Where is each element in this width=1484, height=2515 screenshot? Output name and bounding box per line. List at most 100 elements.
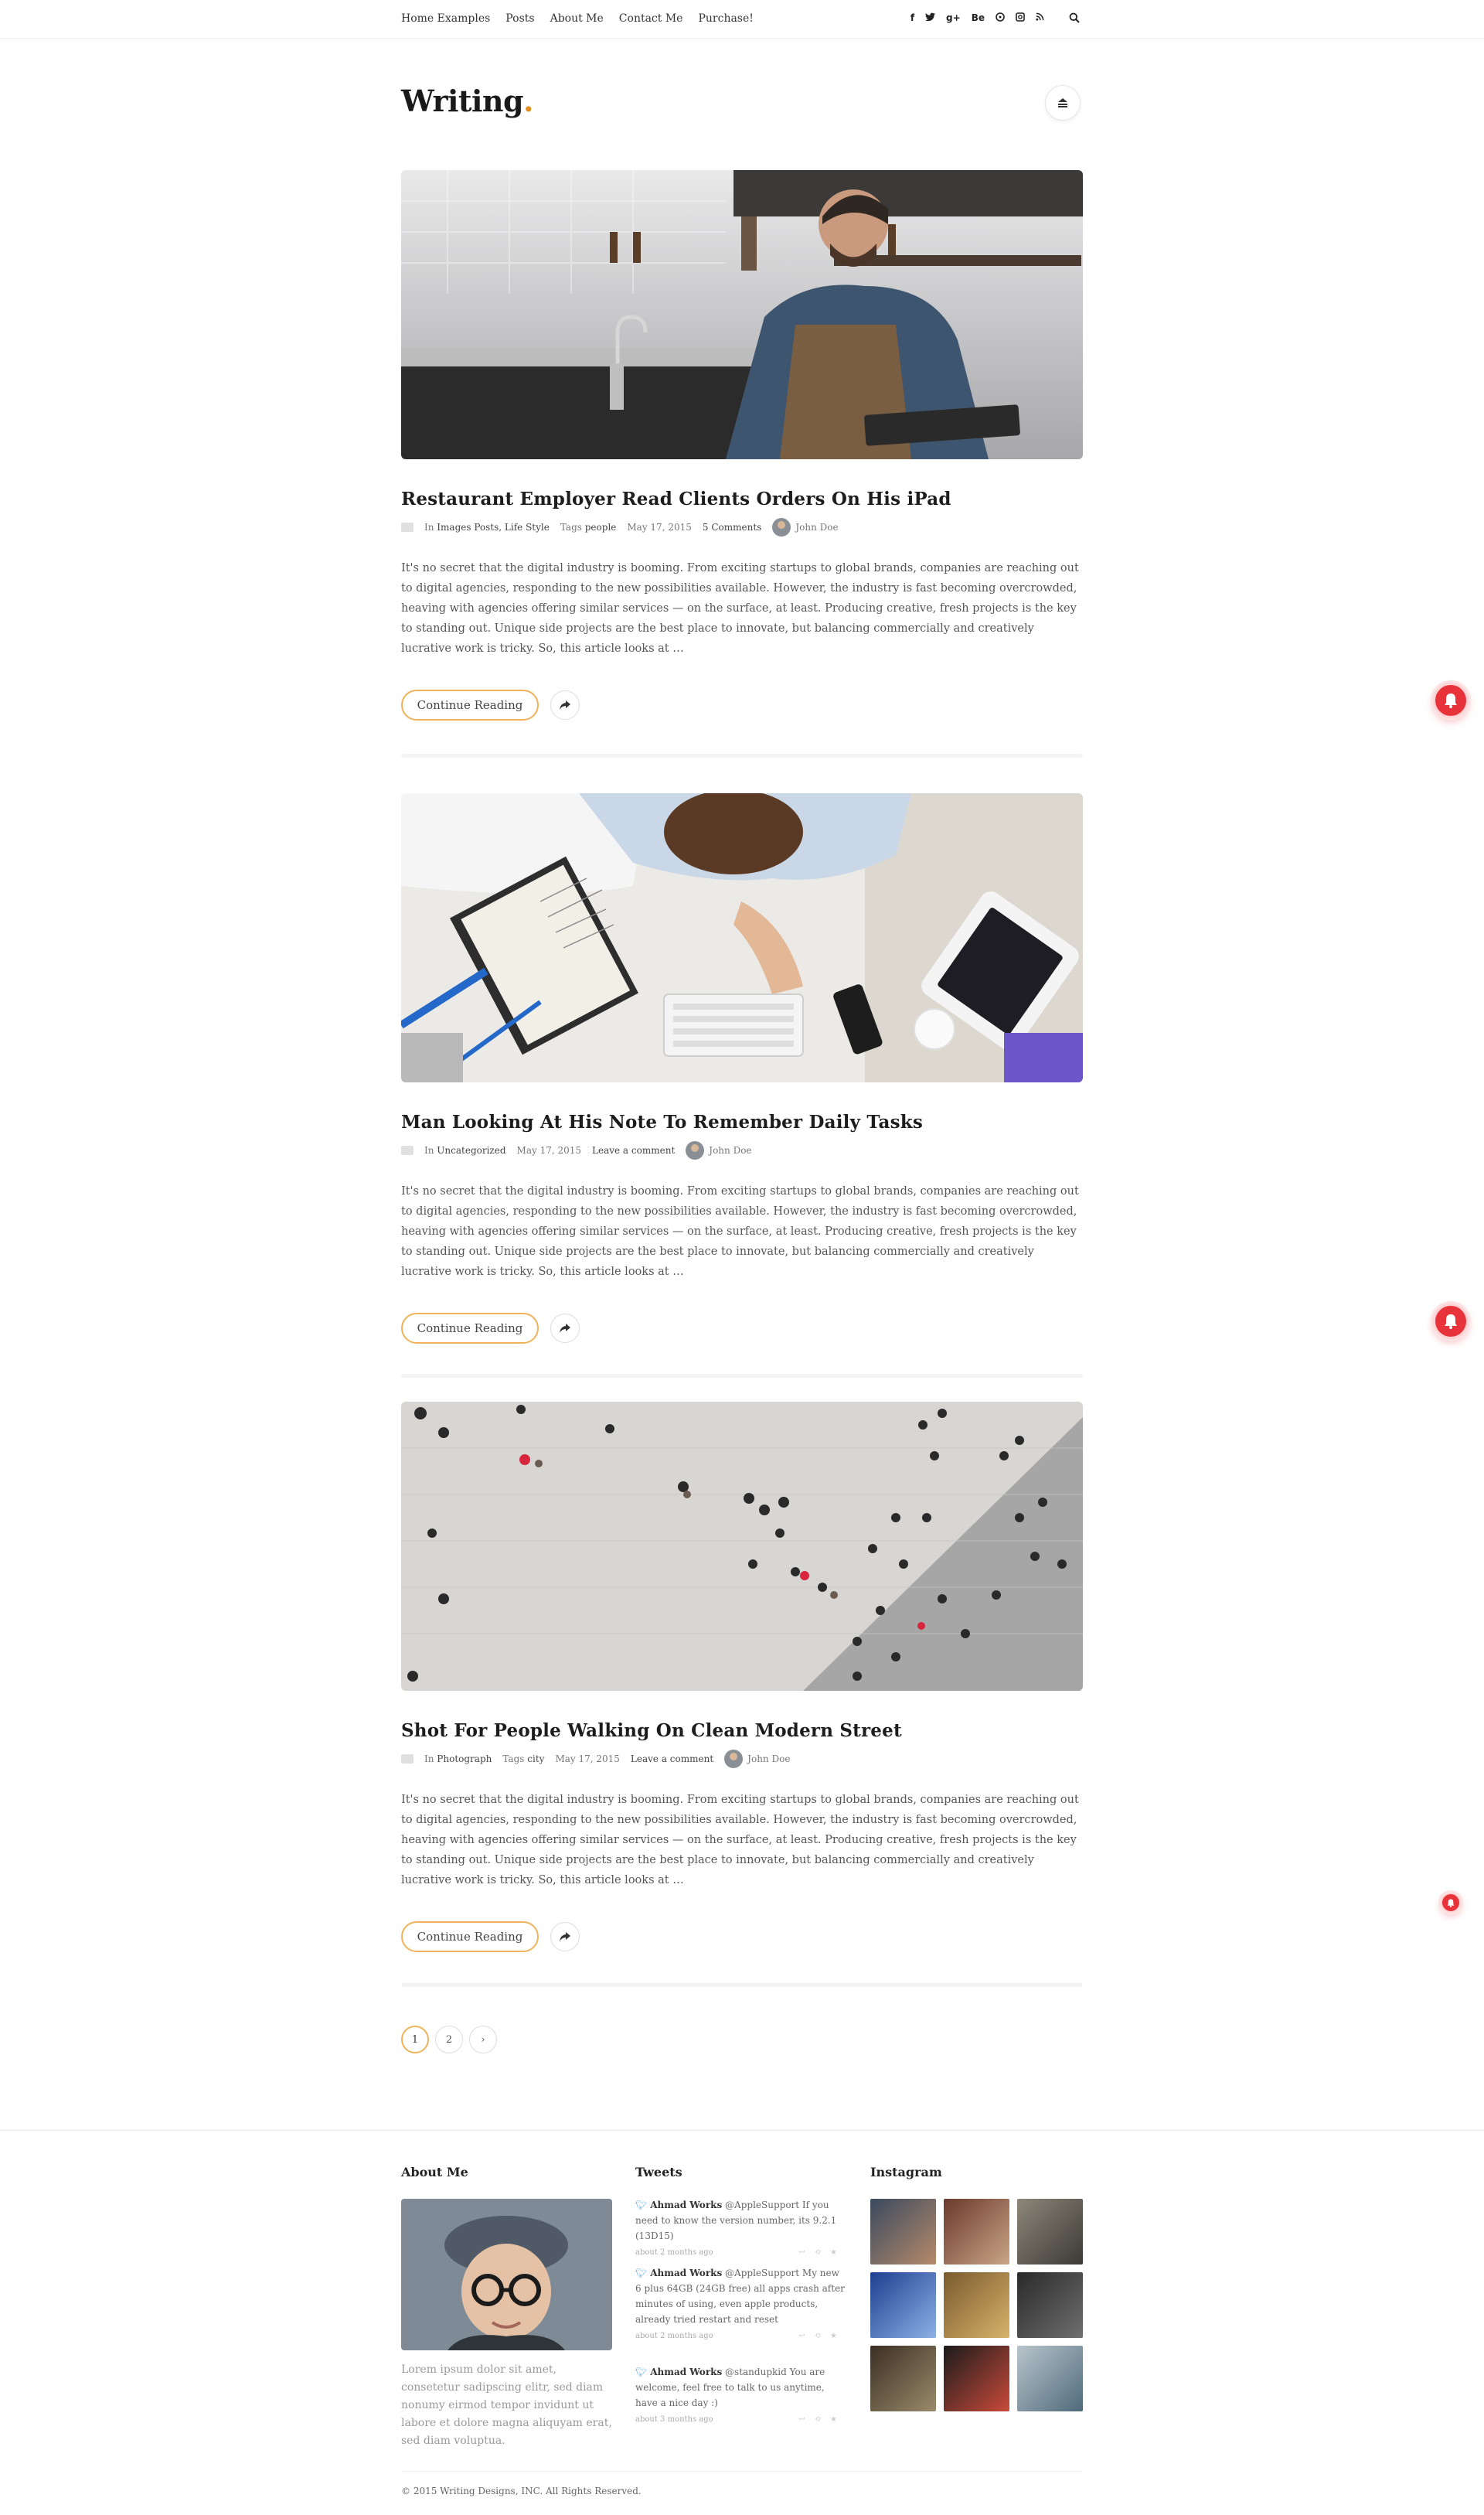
facebook-icon[interactable]: f xyxy=(910,12,914,24)
continue-reading-button[interactable]: Continue Reading xyxy=(401,690,539,721)
folder-icon xyxy=(401,523,414,532)
search-icon[interactable] xyxy=(1069,12,1083,26)
tags-link[interactable]: people xyxy=(585,522,617,533)
bell-icon xyxy=(1445,693,1457,708)
tweet-actions[interactable]: ↩⟲★ xyxy=(798,2329,846,2344)
instagram-photo[interactable] xyxy=(1017,2346,1083,2411)
tags-link[interactable]: city xyxy=(527,1753,544,1764)
pagination: 1 2 › xyxy=(401,2026,497,2053)
dribbble-icon[interactable] xyxy=(996,12,1005,24)
copyright-text: © 2015 Writing Designs, INC. All Rights … xyxy=(401,2486,642,2496)
tweet-author[interactable]: Ahmad Works xyxy=(650,2367,722,2377)
site-logo[interactable]: Writing. xyxy=(401,83,533,118)
instagram-photo[interactable] xyxy=(944,2346,1009,2411)
twitter-bird-icon: 🐦︎ xyxy=(635,2200,648,2210)
instagram-photo[interactable] xyxy=(1017,2272,1083,2338)
post-divider xyxy=(401,1374,1083,1378)
folder-icon xyxy=(401,1146,414,1155)
instagram-photo[interactable] xyxy=(944,2199,1009,2265)
footer-about: About Me Lorem ipsum dolor sit amet, con… xyxy=(401,2165,612,2447)
tweet-author[interactable]: Ahmad Works xyxy=(650,2268,722,2278)
page-button-1[interactable]: 1 xyxy=(401,2026,429,2053)
share-button[interactable] xyxy=(550,690,580,720)
share-icon xyxy=(560,1932,570,1941)
author-avatar xyxy=(724,1750,744,1768)
notification-badge[interactable] xyxy=(1441,1893,1461,1913)
post-title[interactable]: Restaurant Employer Read Clients Orders … xyxy=(401,489,951,509)
post-title[interactable]: Man Looking At His Note To Remember Dail… xyxy=(401,1112,923,1133)
post-excerpt: It's no secret that the digital industry… xyxy=(401,1794,1079,1886)
instagram-photo[interactable] xyxy=(870,2346,936,2411)
tags-prefix: Tags xyxy=(560,522,582,533)
post-comments[interactable]: 5 Comments xyxy=(703,522,761,533)
tweet-actions[interactable]: ↩⟲★ xyxy=(798,2412,846,2428)
post-image[interactable] xyxy=(401,793,1083,1082)
footer-bottom-divider xyxy=(401,2471,1083,2472)
rss-icon[interactable] xyxy=(1036,12,1044,24)
continue-reading-button[interactable]: Continue Reading xyxy=(401,1921,539,1952)
post-card: Shot For People Walking On Clean Modern … xyxy=(401,1402,1083,1987)
main-menu: Home Examples Posts About Me Contact Me … xyxy=(401,12,754,25)
tweet-author[interactable]: Ahmad Works xyxy=(650,2200,722,2210)
tweet-item: 🐦︎ Ahmad Works @AppleSupport If you need … xyxy=(635,2197,846,2261)
categories-link[interactable]: Photograph xyxy=(437,1753,492,1764)
post-title[interactable]: Shot For People Walking On Clean Modern … xyxy=(401,1720,902,1741)
share-button[interactable] xyxy=(550,1922,580,1951)
post-comments[interactable]: Leave a comment xyxy=(592,1145,675,1156)
tweet-time[interactable]: about 3 months ago xyxy=(635,2412,713,2428)
post-author[interactable]: John Doe xyxy=(772,518,839,537)
instagram-icon[interactable] xyxy=(1016,12,1025,24)
tweet-actions[interactable]: ↩⟲★ xyxy=(798,2245,846,2261)
hamburger-icon xyxy=(1058,98,1067,107)
post-image[interactable] xyxy=(401,170,1083,459)
share-button[interactable] xyxy=(550,1314,580,1343)
author-name: John Doe xyxy=(747,1753,791,1764)
share-icon xyxy=(560,700,570,710)
tweet-time[interactable]: about 2 months ago xyxy=(635,2245,713,2261)
google-plus-icon[interactable]: g+ xyxy=(946,12,961,24)
share-icon xyxy=(560,1324,570,1333)
author-avatar xyxy=(686,1141,705,1160)
twitter-bird-icon: 🐦︎ xyxy=(635,2268,648,2278)
instagram-photo[interactable] xyxy=(944,2272,1009,2338)
menu-item-posts[interactable]: Posts xyxy=(505,12,534,25)
about-text: Lorem ipsum dolor sit amet, consetetur s… xyxy=(401,2363,612,2447)
categories-prefix: In xyxy=(424,1753,434,1764)
twitter-icon[interactable] xyxy=(925,12,936,24)
menu-item-about-me[interactable]: About Me xyxy=(550,12,604,25)
menu-item-home-examples[interactable]: Home Examples xyxy=(401,12,490,25)
categories-link[interactable]: Uncategorized xyxy=(437,1145,505,1156)
nav-inner: Home Examples Posts About Me Contact Me … xyxy=(401,0,1083,39)
post-comments[interactable]: Leave a comment xyxy=(631,1753,713,1764)
instagram-photo[interactable] xyxy=(1017,2199,1083,2265)
author-avatar xyxy=(772,518,791,537)
menu-item-contact-me[interactable]: Contact Me xyxy=(619,12,683,25)
behance-icon[interactable]: Be xyxy=(972,12,985,24)
instagram-photo[interactable] xyxy=(870,2272,936,2338)
menu-item-purchase[interactable]: Purchase! xyxy=(698,12,753,25)
about-photo xyxy=(401,2199,612,2350)
notification-badge[interactable] xyxy=(1433,683,1469,718)
next-page-button[interactable]: › xyxy=(469,2026,497,2053)
tweet-time[interactable]: about 2 months ago xyxy=(635,2329,713,2344)
top-navigation: Home Examples Posts About Me Contact Me … xyxy=(0,0,1484,39)
post-excerpt: It's no secret that the digital industry… xyxy=(401,1185,1079,1278)
post-author[interactable]: John Doe xyxy=(724,1750,790,1768)
tweet-item: 🐦︎ Ahmad Works @standupkid You are welcom… xyxy=(635,2364,846,2428)
post-card: Man Looking At His Note To Remember Dail… xyxy=(401,793,1083,1378)
post-tags: Tags people xyxy=(560,522,617,533)
tweets-heading: Tweets xyxy=(635,2165,682,2179)
post-image[interactable] xyxy=(401,1402,1083,1691)
categories-link[interactable]: Images Posts, Life Style xyxy=(437,522,550,533)
post-author[interactable]: John Doe xyxy=(686,1141,752,1160)
page-button-2[interactable]: 2 xyxy=(435,2026,463,2053)
post-date: May 17, 2015 xyxy=(627,522,692,533)
post-categories: In Images Posts, Life Style xyxy=(424,522,550,533)
post-categories: In Uncategorized xyxy=(424,1145,506,1156)
continue-reading-button[interactable]: Continue Reading xyxy=(401,1313,539,1344)
notification-badge[interactable] xyxy=(1433,1304,1469,1339)
post-meta: In Photograph Tags city May 17, 2015 Lea… xyxy=(401,1750,790,1768)
post-excerpt: It's no secret that the digital industry… xyxy=(401,562,1079,655)
menu-toggle-button[interactable] xyxy=(1045,85,1081,121)
instagram-photo[interactable] xyxy=(870,2199,936,2265)
